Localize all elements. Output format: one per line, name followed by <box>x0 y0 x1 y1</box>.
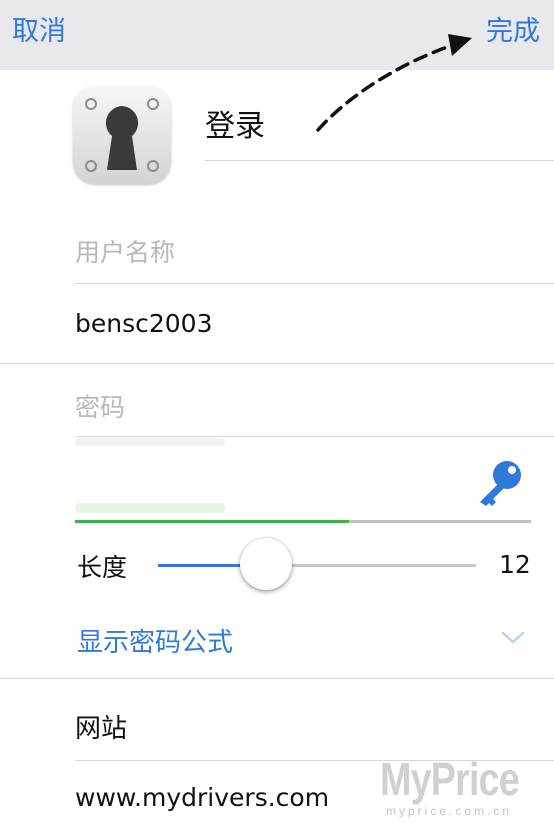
website-field[interactable]: www.mydrivers.com <box>75 783 329 812</box>
password-strength-fill <box>75 520 349 523</box>
show-formula-button[interactable]: 显示密码公式 <box>77 622 233 659</box>
username-divider <box>75 283 554 284</box>
website-label: 网站 <box>75 714 128 744</box>
title-divider <box>205 160 554 161</box>
username-label: 用户名称 <box>75 238 176 267</box>
length-value: 12 <box>499 550 531 579</box>
password-blur-top <box>75 438 225 446</box>
length-slider[interactable] <box>158 564 476 567</box>
password-strength-meter <box>75 520 531 523</box>
username-field[interactable]: bensc2003 <box>75 309 213 338</box>
password-divider <box>75 436 554 437</box>
watermark-brand: MyPrice <box>380 753 520 805</box>
key-icon[interactable] <box>474 458 526 508</box>
length-slider-thumb[interactable] <box>240 538 293 590</box>
watermark: MyPrice myprice.com.cn <box>380 752 550 822</box>
watermark-domain: myprice.com.cn <box>386 804 513 818</box>
chevron-down-icon[interactable] <box>500 630 526 646</box>
length-label: 长度 <box>77 553 128 582</box>
website-section-divider <box>0 678 554 679</box>
password-label: 密码 <box>75 393 126 422</box>
done-button[interactable]: 完成 <box>486 14 540 50</box>
section-divider <box>0 363 554 364</box>
item-title[interactable]: 登录 <box>205 101 265 145</box>
keyhole-icon[interactable] <box>73 86 171 184</box>
cancel-button[interactable]: 取消 <box>12 14 66 50</box>
annotation-arrow <box>316 34 472 132</box>
password-blur-bottom <box>75 503 225 513</box>
